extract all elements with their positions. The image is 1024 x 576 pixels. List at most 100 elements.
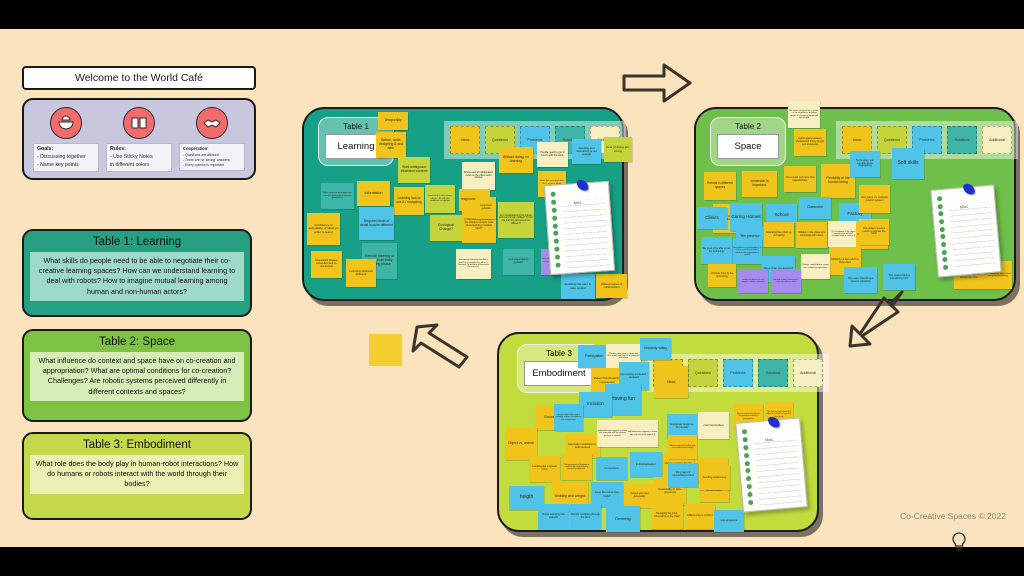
sticky-note[interactable]: One always needs a person to operate the… — [859, 219, 889, 245]
cooperation-card: Cooperation: - Questions are allowed - T… — [179, 143, 245, 171]
letterbox-bottom — [0, 547, 1024, 576]
sticky-note[interactable]: Without doing, no learning — [499, 147, 533, 173]
sticky-note[interactable]: Information — [357, 181, 390, 206]
sticky-note[interactable]: Technology can sometimes be segregating — [850, 151, 880, 177]
sticky-note[interactable]: Successful learning manifests itself in … — [456, 249, 491, 279]
legend-item-solutions[interactable]: Solutions — [758, 359, 788, 387]
paper-lines — [753, 434, 803, 507]
sticky-note[interactable]: Robot bumping into patients — [538, 504, 569, 530]
sticky-note[interactable]: reciprocal process — [476, 197, 496, 219]
arrow-table2-to-table3 — [832, 284, 912, 354]
sticky-note[interactable]: Fear of doing sth. wrong — [604, 137, 632, 162]
sticky-note[interactable]: Required level of detail is quite differ… — [359, 207, 394, 240]
sticky-note[interactable]: Individualisation — [630, 452, 662, 477]
sticky-note[interactable]: Learning how to use & / navigating — [394, 187, 424, 215]
sticky-note[interactable]: tech expectations systems — [503, 249, 534, 275]
sticky-note[interactable]: New patterns in relationships in a choic… — [732, 239, 762, 264]
sticky-note[interactable]: Classroom — [799, 197, 831, 219]
sticky-note[interactable]: Learning between different — [346, 259, 376, 287]
sticky-note[interactable]: Looking like a typical robot — [529, 456, 560, 482]
sticky-note[interactable]: Different types of collaboration — [596, 274, 627, 298]
legend-item-solutions[interactable]: Solutions — [947, 126, 977, 154]
sticky-note[interactable]: Individualisation supports a certain rol… — [627, 420, 658, 447]
sticky-note[interactable]: hybrid space between physical and theory… — [794, 129, 826, 156]
rules-column-cooperation: Cooperation: - Questions are allowed - T… — [179, 107, 245, 171]
rules-line-2: in different colors — [110, 161, 150, 168]
board-3-paper[interactable]: Misc — [735, 416, 808, 513]
sticky-note[interactable]: needs to interact in all stages: robotic… — [738, 269, 768, 293]
sticky-note[interactable]: Robots in different spaces — [704, 172, 736, 200]
pin-icon — [962, 183, 975, 196]
paper-lines — [562, 198, 610, 269]
sticky-note[interactable]: Robots not fitting through the door — [570, 504, 601, 530]
sticky-note[interactable]: Notes: map and / visible only part of ti… — [668, 435, 697, 459]
sticky-note[interactable]: Ecological Change? — [430, 215, 462, 241]
table-card-2[interactable]: Table 2: Space What influence do context… — [22, 329, 252, 422]
sticky-note[interactable]: People need to get in touch with the too… — [537, 142, 568, 167]
sticky-note[interactable]: Connected to one using a robotic site wi… — [425, 185, 455, 213]
sticky-note[interactable]: Immersion — [596, 457, 627, 480]
sticky-note[interactable]: Ideas — [654, 366, 688, 398]
sticky-note[interactable]: Differences in context — [685, 504, 715, 529]
sticky-note[interactable]: Dexterity — [606, 506, 640, 532]
board-2-paper[interactable]: Misc — [930, 183, 1002, 278]
legend-item-questions[interactable]: Questions — [688, 359, 718, 387]
board-2-title: Space — [717, 134, 779, 159]
legend-item-ideas[interactable]: Ideas — [842, 126, 872, 154]
sticky-note[interactable]: Before, while designing & and after — [376, 132, 406, 158]
sticky-note[interactable]: Where user of collaboration relies on th… — [462, 162, 495, 190]
sticky-note[interactable]: system robots from and it provides a ide… — [554, 404, 583, 431]
sticky-note[interactable]: one-piece vs modular robotic system — [859, 185, 890, 213]
sticky-note[interactable]: Uncanny valley — [640, 338, 671, 360]
board-1-paper[interactable]: Misc — [543, 179, 616, 276]
goals-card: Goals: - Discussing together - Name key … — [33, 143, 99, 173]
sticky-note[interactable]: Feeling autonomy — [699, 465, 730, 490]
board-table-1[interactable]: Table 1 Learning Ideas Questions Problems S… — [302, 107, 632, 301]
table-card-3[interactable]: Table 3: Embodiment What role does the b… — [22, 432, 252, 520]
sticky-note[interactable]: Cooperation between researchers and co-r… — [311, 251, 342, 278]
table-card-1[interactable]: Table 1: Learning What skills do people … — [22, 229, 252, 317]
sticky-note[interactable]: We need to be able to use the technology — [701, 237, 732, 264]
sticky-note[interactable]: Damaging the robot: Vulnerability of the… — [651, 502, 683, 529]
board-table-2[interactable]: Table 2 Space Ideas Questions Problems Solu… — [694, 101, 1018, 301]
sticky-note[interactable]: Contacts done by the technology — [708, 264, 736, 287]
sticky-note[interactable]: Want ambiguous situations/ contexts — [398, 157, 430, 183]
sticky-note[interactable]: Immersion is important. — [742, 171, 777, 197]
yellow-square-marker[interactable] — [369, 334, 402, 366]
board-2-label: Table 2 — [735, 122, 761, 131]
sticky-note[interactable]: Enabling the user to take control — [561, 274, 595, 299]
legend-item-problems[interactable]: Problems — [723, 359, 753, 387]
board-2-header: Table 2 Space — [710, 117, 786, 166]
rules-column-rules: Rules: - Use Sticky Notes in different c… — [106, 107, 172, 173]
arrow-table1-to-table2 — [620, 60, 694, 108]
sticky-note[interactable]: The readiness of the object towards who … — [828, 221, 859, 247]
sticky-note[interactable]: Children in the classroom interacting wi… — [796, 222, 827, 248]
sticky-note[interactable]: You need to know the specificities — [784, 166, 816, 192]
sticky-note[interactable]: tele-presence — [714, 510, 744, 532]
screen: Welcome to the World Café Goals: - Discu… — [0, 0, 1024, 576]
sticky-note[interactable]: Remote control device cannot be a modula… — [801, 254, 830, 279]
whiteboard-canvas[interactable]: Welcome to the World Café Goals: - Discu… — [0, 29, 1024, 551]
sticky-note[interactable]: nobody knows how easy it was are with a … — [771, 269, 801, 293]
rules-card-title: Rules: — [110, 146, 126, 152]
sticky-note[interactable]: Reading and discussing is not enough — [572, 139, 601, 164]
legend-item-ideas[interactable]: Ideas — [450, 126, 480, 154]
goals-flower-icon — [50, 107, 82, 139]
legend-item-additional[interactable]: Additional — [982, 126, 1012, 154]
sticky-note[interactable]: Is it mutual learning for human and non-… — [498, 202, 534, 238]
sticky-note[interactable]: Inclusion — [579, 392, 612, 417]
board-table-3[interactable]: Table 3 Embodiment IdeasQuestionsProblem… — [497, 332, 829, 532]
sticky-note[interactable]: Individualisation supports a certain rol… — [597, 420, 628, 447]
sticky-note[interactable]: Educating the robots up and taking — [764, 222, 794, 247]
sticky-note[interactable]: Are robots designed for a system - to th… — [788, 101, 820, 128]
sticky-note[interactable]: communication — [698, 412, 729, 439]
sticky-note[interactable]: Soft skills — [892, 148, 924, 179]
sticky-note[interactable]: Make common language from common informa… — [321, 183, 354, 209]
sticky-note[interactable]: Many ways of representing a robot — [668, 463, 698, 487]
sticky-note[interactable]: The appearance of features in robot can … — [561, 454, 592, 480]
legend-item-additional[interactable]: Additional — [793, 359, 823, 387]
sticky-note[interactable]: Clinics — [697, 207, 727, 229]
lightbulb-icon[interactable] — [950, 532, 968, 552]
sticky-note[interactable]: Confidence in articulation of ideas (in … — [307, 213, 340, 245]
sticky-note[interactable]: Temporality — [378, 112, 408, 130]
